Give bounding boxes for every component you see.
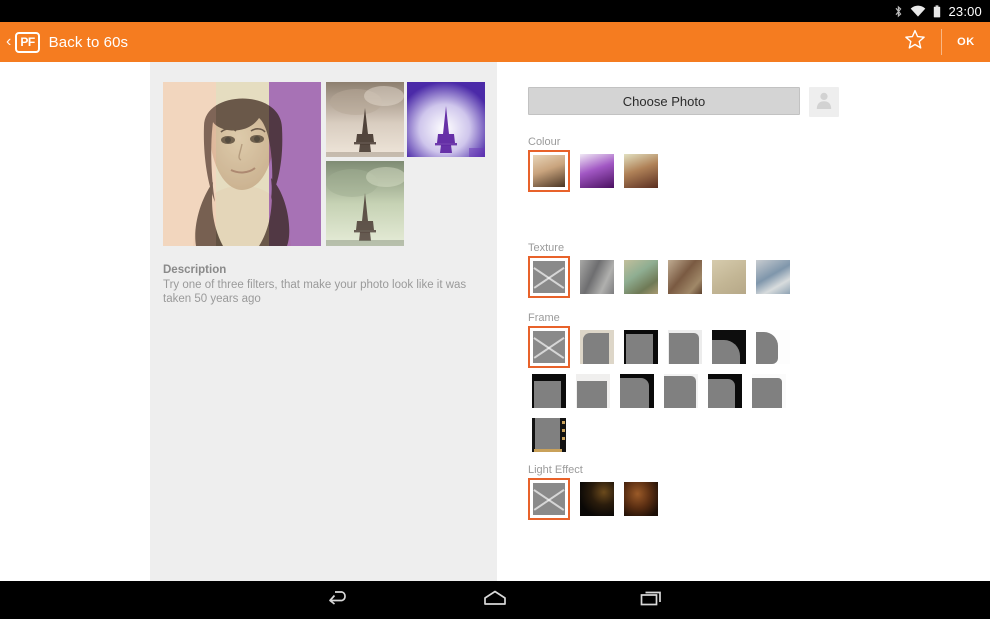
options-panel: Choose Photo Colour <box>497 62 990 581</box>
frame-cream-rounded[interactable] <box>580 330 614 364</box>
device-screen: 23:00 ‹ PF Back to 60s OK <box>0 0 990 619</box>
section-label-texture: Texture <box>528 242 564 254</box>
frame-thumb-row-3 <box>532 418 566 452</box>
home-icon <box>481 588 509 613</box>
frame-plain-grey[interactable] <box>664 374 698 408</box>
texture-rust-brown[interactable] <box>668 260 702 294</box>
nav-home-button[interactable] <box>467 581 523 619</box>
choose-photo-row: Choose Photo <box>528 87 839 117</box>
preview-panel: Description Try one of three filters, th… <box>150 62 497 581</box>
frame-torn-top-light[interactable] <box>576 374 610 408</box>
eiffel-thumb-green[interactable] <box>326 161 404 246</box>
recent-apps-icon <box>638 588 664 613</box>
texture-patina-green[interactable] <box>624 260 658 294</box>
content-area: Description Try one of three filters, th… <box>0 62 990 581</box>
frame-ragged-right[interactable] <box>752 374 786 408</box>
frame-none[interactable] <box>528 326 570 368</box>
frame-black-corner[interactable] <box>620 374 654 408</box>
frame-thumb-row-1 <box>532 330 790 368</box>
texture-concrete-grey[interactable] <box>580 260 614 294</box>
person-picker-button[interactable] <box>809 87 839 117</box>
choose-photo-button[interactable]: Choose Photo <box>528 87 800 115</box>
eiffel-thumb-sepia[interactable] <box>326 82 404 157</box>
frame-thumb-row-2 <box>532 374 786 408</box>
nav-back-button[interactable] <box>311 581 367 619</box>
frame-dark-burn[interactable] <box>712 330 746 364</box>
colour-olive-sepia[interactable] <box>624 154 658 188</box>
light-effect-thumb-row <box>532 482 658 520</box>
frame-torn-top-dark[interactable] <box>532 374 566 408</box>
ok-button[interactable]: OK <box>942 22 990 62</box>
app-bar: ‹ PF Back to 60s OK <box>0 22 990 62</box>
light-dark-bokeh[interactable] <box>580 482 614 516</box>
light-none[interactable] <box>528 478 570 520</box>
wifi-icon <box>910 5 926 18</box>
texture-sand-beige[interactable] <box>712 260 746 294</box>
battery-icon <box>933 5 941 18</box>
app-bar-title[interactable]: Back to 60s <box>49 34 128 51</box>
favorite-button[interactable] <box>889 22 941 62</box>
pf-logo[interactable]: PF <box>15 32 39 53</box>
texture-cloud-blue[interactable] <box>756 260 790 294</box>
preview-images <box>163 82 485 246</box>
star-outline-icon <box>904 29 926 55</box>
eiffel-thumb-purple[interactable] <box>407 82 485 157</box>
app-bar-actions: OK <box>889 22 990 62</box>
light-amber-leak[interactable] <box>624 482 658 516</box>
section-label-frame: Frame <box>528 312 560 324</box>
frame-black-border[interactable] <box>624 330 658 364</box>
android-status-bar: 23:00 <box>0 0 990 22</box>
person-icon <box>814 90 834 115</box>
android-nav-bar <box>0 581 990 619</box>
hero-portrait-preview[interactable] <box>163 82 321 246</box>
description-block: Description Try one of three filters, th… <box>163 264 483 306</box>
back-arrow-icon <box>326 588 352 613</box>
colour-thumb-row <box>532 154 658 192</box>
section-label-light-effect: Light Effect <box>528 464 583 476</box>
description-text: Try one of three filters, that make your… <box>163 278 483 306</box>
frame-film-strip[interactable] <box>532 418 566 452</box>
frame-white-vignette[interactable] <box>756 330 790 364</box>
frame-soft-light[interactable] <box>668 330 702 364</box>
bluetooth-icon <box>894 5 903 18</box>
texture-thumb-row <box>532 260 790 298</box>
nav-recents-button[interactable] <box>623 581 679 619</box>
back-chevron-icon[interactable]: ‹ <box>6 34 11 50</box>
texture-none[interactable] <box>528 256 570 298</box>
colour-violet[interactable] <box>580 154 614 188</box>
section-label-colour: Colour <box>528 136 560 148</box>
colour-warm-sepia[interactable] <box>528 150 570 192</box>
status-bar-clock: 23:00 <box>948 4 982 19</box>
status-icons <box>894 5 941 18</box>
description-title: Description <box>163 264 483 276</box>
frame-black-left[interactable] <box>708 374 742 408</box>
